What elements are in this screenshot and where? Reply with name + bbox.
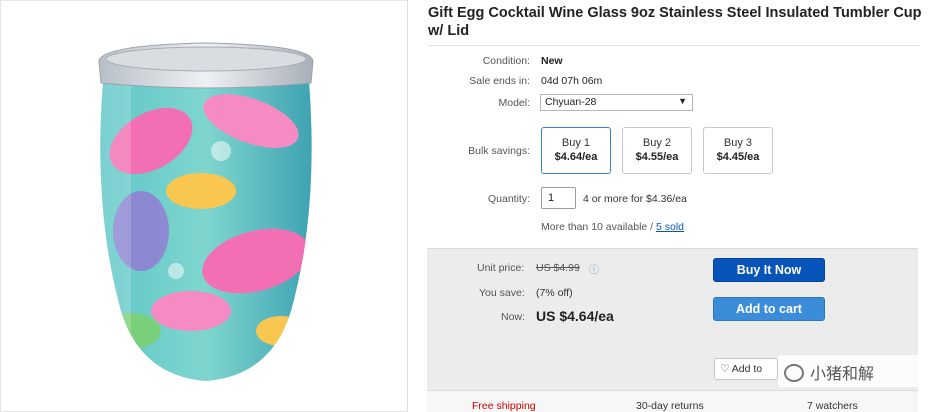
unit-price-label: Unit price: (477, 262, 525, 274)
buy-it-now-button[interactable]: Buy It Now (713, 258, 825, 282)
watermark-text: 小猪和解 (810, 366, 875, 383)
unit-price-value: US $4.99 (536, 262, 580, 274)
now-price: US $4.64/ea (536, 308, 614, 324)
bulk-savings-label: Bulk savings: (468, 145, 530, 157)
product-image-panel[interactable] (0, 0, 408, 412)
bulk-option-label: Buy 3 (723, 137, 753, 149)
sale-ends-label: Sale ends in: (469, 75, 530, 87)
condition-label: Condition: (482, 55, 530, 67)
model-selected-value: Chyuan-28 (545, 96, 597, 108)
product-title: Gift Egg Cocktail Wine Glass 9oz Stainle… (428, 5, 922, 39)
sale-ends-value: 04d 07h 06m (541, 75, 603, 87)
returns-text: 30-day returns (636, 400, 704, 412)
divider (428, 45, 920, 46)
bulk-option-price: $4.64/ea (554, 151, 598, 163)
you-save-label: You save: (479, 287, 525, 299)
free-shipping-text: Free shipping (472, 400, 536, 412)
sold-count-link[interactable]: 5 sold (656, 221, 684, 233)
availability: More than 10 available / 5 sold (541, 221, 684, 233)
quantity-label: Quantity: (487, 193, 530, 205)
watchers-text: 7 watchers (807, 400, 858, 412)
bulk-option-price: $4.45/ea (716, 151, 760, 163)
availability-text: More than 10 available / (541, 221, 654, 233)
now-label: Now: (501, 311, 525, 323)
bulk-option-label: Buy 2 (642, 137, 672, 149)
condition-value: New (541, 55, 563, 67)
bulk-option-price: $4.55/ea (635, 151, 679, 163)
model-select[interactable]: Chyuan-28 ▼ (540, 94, 693, 111)
quantity-input[interactable]: 1 (541, 187, 576, 209)
watermark: 小猪和解 (778, 355, 923, 387)
tumbler-image (98, 42, 314, 381)
quantity-discount-note: 4 or more for $4.36/ea (583, 193, 687, 205)
info-icon[interactable]: ⓘ (589, 261, 599, 276)
bulk-option-label: Buy 1 (561, 137, 591, 149)
add-to-watchlist-button[interactable]: ♡ Add to (714, 358, 778, 380)
bulk-option-buy-1[interactable]: Buy 1 $4.64/ea (541, 127, 611, 174)
add-to-cart-button[interactable]: Add to cart (713, 297, 825, 321)
model-label: Model: (498, 97, 530, 109)
wechat-logo-icon (784, 364, 804, 382)
bulk-option-buy-2[interactable]: Buy 2 $4.55/ea (622, 127, 692, 174)
dropdown-arrow-icon: ▼ (678, 96, 687, 106)
you-save-value: (7% off) (536, 287, 573, 299)
bulk-option-buy-3[interactable]: Buy 3 $4.45/ea (703, 127, 773, 174)
